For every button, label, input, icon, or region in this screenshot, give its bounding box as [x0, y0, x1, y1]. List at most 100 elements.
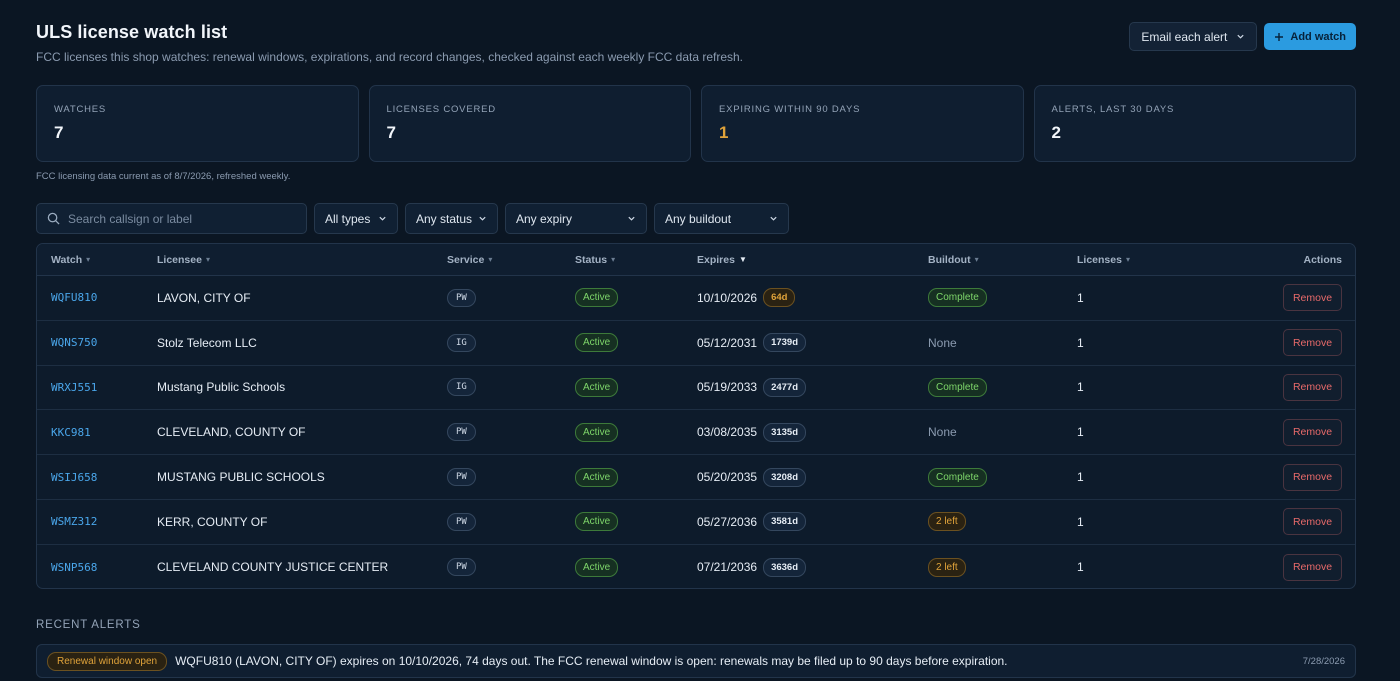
chevron-down-icon	[379, 216, 386, 221]
column-header-label: Licensee	[157, 253, 202, 266]
column-header-expires[interactable]: Expires ▼	[697, 254, 928, 266]
cell-actions: Remove	[1227, 463, 1355, 491]
remove-button[interactable]: Remove	[1283, 329, 1342, 357]
service-badge: IG	[447, 333, 476, 352]
service-badge: IG	[447, 378, 476, 397]
callsign-link[interactable]: WSMZ312	[51, 515, 97, 528]
table-row: WQFU810 LAVON, CITY OF PW Active 10/10/2…	[37, 276, 1355, 321]
stat-value: 7	[54, 123, 64, 142]
status-badge: Active	[575, 557, 619, 577]
remove-button[interactable]: Remove	[1283, 284, 1342, 312]
service-badge: PW	[447, 512, 476, 531]
days-remaining-badge: 3135d	[763, 422, 806, 442]
cell-watch: WSNP568	[37, 561, 157, 574]
remove-button[interactable]: Remove	[1283, 553, 1342, 581]
column-header-buildout[interactable]: Buildout ▾	[928, 254, 1077, 266]
days-remaining-badge: 64d	[763, 288, 796, 308]
cell-watch: WSIJ658	[37, 471, 157, 484]
data-freshness-note: FCC licensing data current as of 8/7/202…	[36, 171, 291, 182]
cell-buildout: Complete	[928, 288, 1077, 308]
sort-icon: ▾	[488, 255, 493, 264]
cell-expires: 03/08/2035 3135d	[697, 422, 928, 442]
expiry-filter-select[interactable]: Any expiry	[505, 203, 647, 234]
cell-service: PW	[447, 512, 575, 531]
table-row: KKC981 CLEVELAND, COUNTY OF PW Active 03…	[37, 410, 1355, 456]
stat-card-expiring: EXPIRING WITHIN 90 DAYS 1	[701, 85, 1024, 162]
cell-licensee: KERR, COUNTY OF	[157, 514, 268, 529]
cell-expires: 05/20/2035 3208d	[697, 467, 928, 487]
cell-actions: Remove	[1227, 508, 1355, 536]
cell-buildout: 2 left	[928, 512, 1077, 532]
cell-buildout: Complete	[928, 467, 1077, 487]
plus-icon	[1275, 32, 1284, 41]
callsign-link[interactable]: WSIJ658	[51, 471, 97, 484]
buildout-badge: Complete	[928, 377, 987, 397]
service-badge: PW	[447, 288, 476, 307]
cell-licensee: Mustang Public Schools	[157, 380, 286, 395]
cell-expires: 10/10/2026 64d	[697, 288, 928, 308]
buildout-badge: 2 left	[928, 512, 966, 532]
callsign-link[interactable]: KKC981	[51, 426, 91, 439]
alert-item: Renewal window open WQFU810 (LAVON, CITY…	[36, 644, 1356, 678]
expiry-filter-value: Any expiry	[516, 211, 573, 226]
cell-licenses: 1	[1077, 380, 1084, 395]
buildout-badge: Complete	[928, 467, 987, 487]
stats-row: WATCHES 7 LICENSES COVERED 7 EXPIRING WI…	[36, 85, 1356, 162]
table-row: WSMZ312 KERR, COUNTY OF PW Active 05/27/…	[37, 500, 1355, 545]
chevron-down-icon	[479, 216, 486, 221]
cell-expires: 07/21/2036 3636d	[697, 557, 928, 577]
cell-status: Active	[575, 512, 697, 532]
sort-active-icon: ▼	[738, 255, 747, 264]
add-watch-button[interactable]: Add watch	[1264, 23, 1356, 50]
cell-actions: Remove	[1227, 373, 1355, 401]
callsign-link[interactable]: WQNS750	[51, 336, 97, 349]
cell-licensee: CLEVELAND COUNTY JUSTICE CENTER	[157, 560, 389, 575]
days-remaining-badge: 3581d	[763, 512, 806, 532]
callsign-link[interactable]: WQFU810	[51, 291, 97, 304]
table-body: WQFU810 LAVON, CITY OF PW Active 10/10/2…	[37, 276, 1355, 588]
status-filter-select[interactable]: Any status	[405, 203, 498, 234]
email-alert-select[interactable]: Email each alert	[1129, 22, 1258, 51]
buildout-filter-select[interactable]: Any buildout	[654, 203, 789, 234]
status-badge: Active	[575, 333, 619, 353]
column-header-status[interactable]: Status ▾	[575, 254, 697, 266]
stat-value: 7	[386, 123, 396, 142]
status-filter-value: Any status	[416, 211, 473, 226]
callsign-link[interactable]: WSNP568	[51, 561, 97, 574]
cell-service: PW	[447, 558, 575, 577]
service-badge: PW	[447, 423, 476, 442]
sort-icon: ▾	[974, 255, 979, 264]
expiry-date: 03/08/2035	[697, 425, 758, 440]
cell-status: Active	[575, 422, 697, 442]
search-icon	[47, 212, 60, 225]
type-filter-select[interactable]: All types	[314, 203, 398, 234]
table-row: WQNS750 Stolz Telecom LLC IG Active 05/1…	[37, 321, 1355, 366]
cell-status: Active	[575, 377, 697, 397]
callsign-link[interactable]: WRXJ551	[51, 381, 97, 394]
cell-licenses: 1	[1077, 425, 1084, 440]
column-header-service[interactable]: Service ▾	[447, 254, 575, 266]
cell-actions: Remove	[1227, 418, 1355, 446]
expiry-date: 05/12/2031	[697, 335, 758, 350]
remove-button[interactable]: Remove	[1283, 463, 1342, 491]
cell-actions: Remove	[1227, 284, 1355, 312]
chevron-down-icon	[628, 216, 635, 221]
stat-label: EXPIRING WITHIN 90 DAYS	[719, 104, 861, 115]
days-remaining-badge: 3636d	[763, 557, 806, 577]
recent-alerts-title: RECENT ALERTS	[36, 619, 141, 631]
cell-licensee: LAVON, CITY OF	[157, 290, 251, 305]
cell-status: Active	[575, 557, 697, 577]
search-input[interactable]	[68, 211, 288, 226]
cell-watch: KKC981	[37, 426, 157, 439]
column-header-licenses[interactable]: Licenses ▾	[1077, 254, 1227, 266]
remove-button[interactable]: Remove	[1283, 508, 1342, 536]
cell-actions: Remove	[1227, 553, 1355, 581]
stat-label: WATCHES	[54, 104, 107, 115]
column-header-watch[interactable]: Watch ▾	[37, 254, 157, 266]
cell-licensee: Stolz Telecom LLC	[157, 335, 257, 350]
search-box[interactable]	[36, 203, 307, 234]
cell-actions: Remove	[1227, 329, 1355, 357]
column-header-licensee[interactable]: Licensee ▾	[157, 254, 447, 266]
remove-button[interactable]: Remove	[1283, 418, 1342, 446]
remove-button[interactable]: Remove	[1283, 373, 1342, 401]
